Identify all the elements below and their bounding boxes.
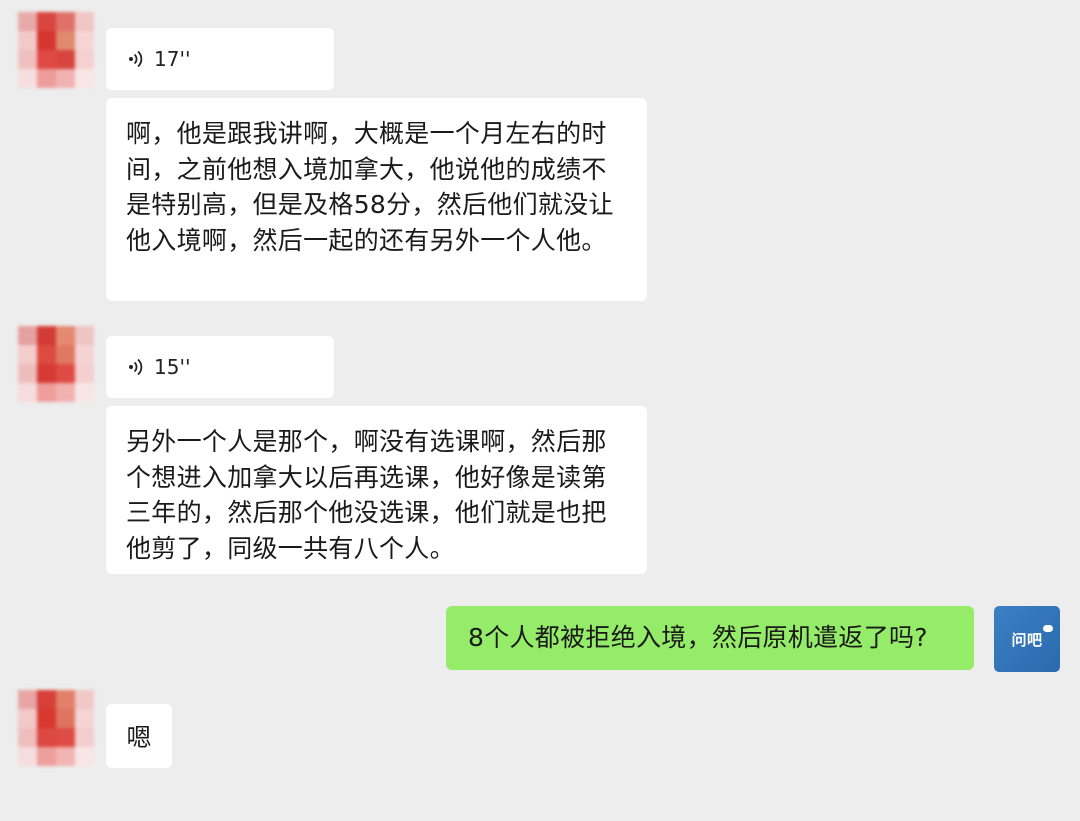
received-message-text: 嗯 xyxy=(126,723,152,752)
received-message[interactable]: 啊，他是跟我讲啊，大概是一个月左右的时 间，之前他想入境加拿大，他说他的成绩不 … xyxy=(106,98,647,301)
voice-duration: 15'' xyxy=(154,355,191,379)
contact-avatar[interactable] xyxy=(18,690,94,766)
self-avatar[interactable]: 问吧 xyxy=(994,606,1060,672)
sent-message[interactable]: 8个人都被拒绝入境，然后原机遣返了吗? xyxy=(446,606,974,670)
voice-duration: 17'' xyxy=(154,47,191,71)
self-avatar-logo-text: 问吧 xyxy=(1011,630,1043,649)
received-message[interactable]: 另外一个人是那个，啊没有选课啊，然后那 个想进入加拿大以后再选课，他好像是读第 … xyxy=(106,406,647,574)
chat-bubble-dot-icon xyxy=(1042,624,1053,632)
voice-play-icon xyxy=(129,50,143,68)
contact-avatar[interactable] xyxy=(18,12,94,88)
contact-avatar[interactable] xyxy=(18,326,94,402)
wenba-logo-icon: 问吧 xyxy=(1011,624,1053,650)
received-message[interactable]: 嗯 xyxy=(106,704,172,768)
voice-message[interactable]: 17'' xyxy=(106,28,334,90)
voice-message[interactable]: 15'' xyxy=(106,336,334,398)
voice-play-icon xyxy=(129,358,143,376)
